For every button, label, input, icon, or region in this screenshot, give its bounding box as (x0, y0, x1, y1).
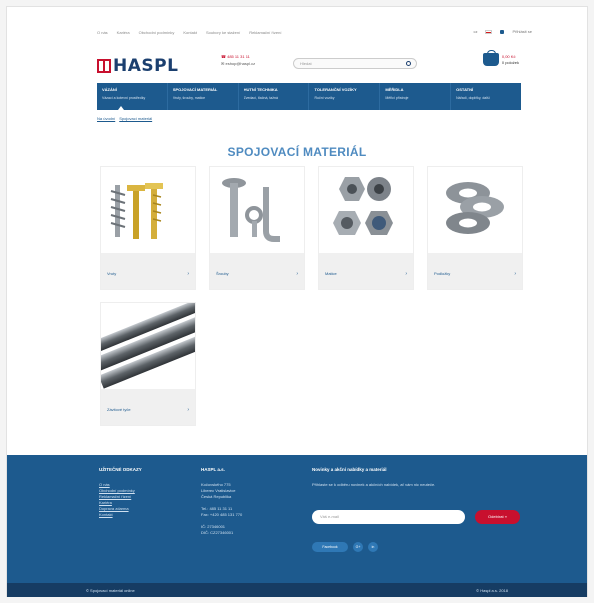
category-subtitle: Zvedací, tlačná, tažná (243, 96, 278, 100)
category-subtitle: Vruty, šrouby, matice (172, 96, 206, 100)
copyright-right: © Haspl a.s. 2018 (476, 588, 508, 593)
product-card-srouby[interactable]: Šrouby › (209, 166, 305, 290)
product-name[interactable]: Šrouby (216, 271, 229, 276)
top-navigation: O nás Kariéra Obchodní podmínky Kontakt … (97, 30, 281, 35)
linkedin-button[interactable]: in (368, 542, 378, 552)
language-selector[interactable]: cz (473, 29, 477, 34)
site-footer: UŽITEČNÉ ODKAZY O nás Obchodní podmínky … (7, 455, 587, 583)
chevron-right-icon[interactable]: › (514, 271, 516, 277)
category-title: SPOJOVACÍ MATERIÁL (172, 87, 218, 92)
category-item-ostatni[interactable]: OSTATNÍ Nářadí, doplňky, další (451, 83, 521, 110)
product-name[interactable]: Vruty (107, 271, 116, 276)
breadcrumb: Na úvodní Spojovací materiál (97, 116, 152, 121)
category-subtitle: Nářadí, doplňky, další (456, 96, 490, 100)
active-category-caret-icon (118, 106, 124, 110)
topnav-link[interactable]: O nás (97, 30, 108, 35)
newsletter-column: Novinky a akční nabídky a materiál Přihl… (312, 467, 522, 488)
product-image-bolts[interactable] (210, 167, 304, 253)
cart-summary: 0,00 Kč 0 položek (502, 54, 519, 66)
product-image-screws[interactable] (101, 167, 195, 253)
product-label-bar[interactable]: Podložky › (428, 253, 522, 289)
footer-link[interactable]: Kontakt (99, 512, 142, 518)
product-label-bar[interactable]: Závitové tyče › (101, 389, 195, 425)
login-link[interactable]: Přihlásit se (512, 29, 532, 34)
facebook-button[interactable]: Facebook (312, 542, 348, 552)
chevron-right-icon[interactable]: › (405, 271, 407, 277)
top-tools: cz Přihlásit se (473, 29, 532, 34)
product-card-matice[interactable]: Matice › (318, 166, 414, 290)
product-card-vruty[interactable]: Vruty › (100, 166, 196, 290)
newsletter-placeholder: Váš e-mail (320, 514, 339, 519)
newsletter-heading: Novinky a akční nabídky a materiál (312, 467, 387, 472)
search-input[interactable]: Hledat (293, 58, 417, 69)
site-logo[interactable]: HASPL (97, 56, 178, 76)
product-image-washers[interactable] (428, 167, 522, 253)
category-item-hutni[interactable]: HUTNÍ TECHNIKA Zvedací, tlačná, tažná (239, 83, 310, 110)
company-dic: DIČ: CZ27346001 (201, 530, 234, 535)
page-title: SPOJOVACÍ MATERIÁL (227, 145, 367, 159)
footer-heading: UŽITEČNÉ ODKAZY (99, 467, 142, 472)
cart-items: 0 položek (501, 59, 519, 65)
topnav-link[interactable]: Kariéra (117, 30, 130, 35)
company-fax: Fax: +420 485 131 770 (201, 512, 243, 517)
topnav-link[interactable]: Soubory ke stažení (206, 30, 240, 35)
email-address[interactable]: ✉ eshop@haspl.cz (221, 60, 255, 67)
copyright-left: © Spojovací materiál online (86, 588, 135, 593)
footer-links-column: UŽITEČNÉ ODKAZY O nás Obchodní podmínky … (99, 467, 142, 518)
czech-flag-icon[interactable] (485, 29, 493, 34)
breadcrumb-item[interactable]: Na úvodní (97, 116, 115, 121)
product-name[interactable]: Podložky (434, 271, 450, 276)
category-title: OSTATNÍ (456, 87, 474, 92)
product-image-threaded-rods[interactable] (85, 299, 216, 389)
google-plus-button[interactable]: G+ (353, 542, 363, 552)
topnav-link[interactable]: Reklamační řízení (249, 30, 281, 35)
product-label-bar[interactable]: Matice › (319, 253, 413, 289)
phone-number[interactable]: ☎ 485 11 31 11 (221, 53, 255, 60)
shopping-basket-icon (482, 50, 499, 66)
product-name[interactable]: Závitové tyče (107, 407, 131, 412)
product-card-podlozky[interactable]: Podložky › (427, 166, 523, 290)
logo-mark-icon (97, 59, 111, 73)
contact-info: ☎ 485 11 31 11 ✉ eshop@haspl.cz (221, 53, 255, 67)
breadcrumb-item[interactable]: Spojovací materiál (119, 116, 152, 121)
product-card-zavitove-tyce[interactable]: Závitové tyče › (85, 299, 216, 426)
cart-button[interactable]: 0,00 Kč 0 položek (482, 50, 519, 66)
category-subtitle: Ruční vozíky (314, 96, 335, 100)
search-icon[interactable] (406, 61, 411, 66)
chevron-right-icon[interactable]: › (296, 271, 298, 277)
logo-text: HASPL (113, 56, 179, 76)
site-header: HASPL ☎ 485 11 31 11 ✉ eshop@haspl.cz Hl… (97, 50, 521, 78)
search-placeholder: Hledat (300, 61, 312, 66)
category-item-meridla[interactable]: MĚŘIDLA Měřicí přístroje (380, 83, 452, 110)
newsletter-text: Přihlaste se k odběru novinek a akčních … (312, 482, 436, 487)
product-label-bar[interactable]: Šrouby › (210, 253, 304, 289)
product-label-bar[interactable]: Vruty › (101, 253, 195, 289)
lock-icon (500, 29, 505, 34)
topnav-link[interactable]: Kontakt (183, 30, 197, 35)
newsletter-subscribe-button[interactable]: Odebírat » (475, 510, 520, 524)
topnav-link[interactable]: Obchodní podmínky (139, 30, 175, 35)
footer-company-column: HASPL a.s. Kočovského 775 Liberec Vratis… (201, 467, 242, 536)
category-subtitle: Vázací a kotevní prostředky (102, 96, 146, 100)
chevron-right-icon[interactable]: › (187, 407, 189, 413)
category-item-voziky[interactable]: TOLERANČNÍ VOZÍKY Ruční vozíky (309, 83, 381, 110)
category-subtitle: Měřicí přístroje (385, 96, 409, 100)
category-item-spojovaci[interactable]: SPOJOVACÍ MATERIÁL Vruty, šrouby, matice (168, 83, 239, 110)
category-title: TOLERANČNÍ VOZÍKY (314, 87, 357, 92)
category-navigation: VÁZÁNÍ Vázací a kotevní prostředky SPOJO… (97, 83, 521, 110)
category-title: MĚŘIDLA (385, 87, 404, 92)
newsletter-email-input[interactable]: Váš e-mail (312, 510, 465, 524)
category-item-vazani[interactable]: VÁZÁNÍ Vázací a kotevní prostředky (97, 83, 168, 110)
category-title: HUTNÍ TECHNIKA (243, 87, 278, 92)
chevron-right-icon[interactable]: › (187, 271, 189, 277)
product-image-nuts[interactable] (319, 167, 413, 253)
footer-heading: HASPL a.s. (201, 467, 225, 472)
product-name[interactable]: Matice (325, 271, 337, 276)
bottom-bar: © Spojovací materiál online © Haspl a.s.… (7, 583, 587, 597)
category-title: VÁZÁNÍ (102, 87, 117, 92)
